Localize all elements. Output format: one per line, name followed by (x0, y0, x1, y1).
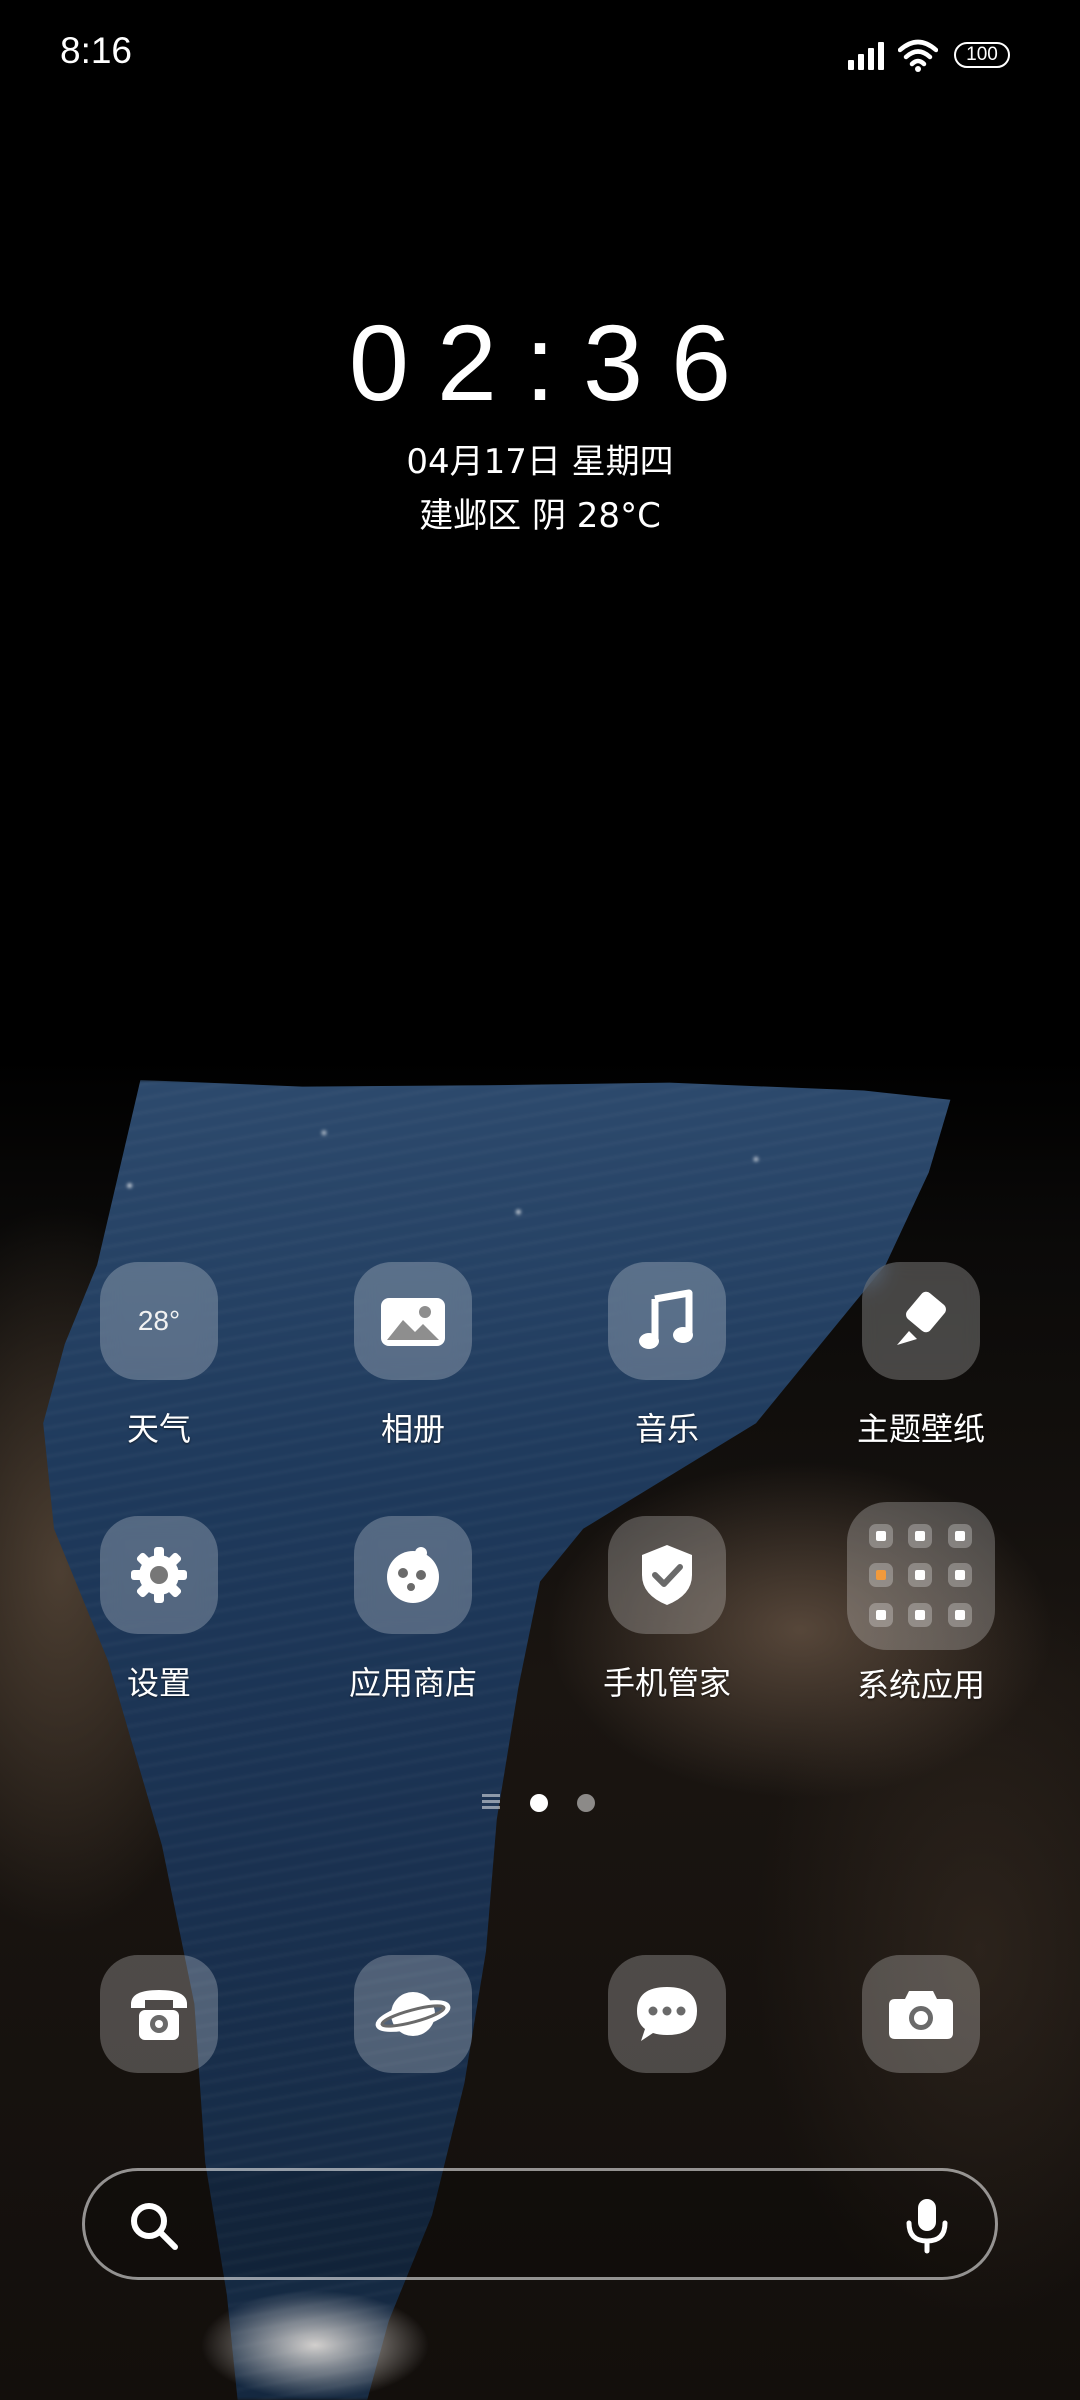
gallery-icon (354, 1262, 472, 1380)
status-time: 8:16 (60, 30, 133, 71)
app-label: 系统应用 (856, 1666, 985, 1704)
folder-system-apps[interactable]: 系统应用 (821, 1502, 1021, 1706)
app-weather[interactable]: 28° 天气 (59, 1262, 259, 1450)
page-dot-active[interactable] (530, 1794, 548, 1812)
dock-messages[interactable] (608, 1955, 726, 2073)
battery-icon: 100 (954, 42, 1010, 68)
app-phone-manager[interactable]: 手机管家 (567, 1516, 767, 1704)
shield-check-icon (608, 1516, 726, 1634)
app-store[interactable]: 应用商店 (313, 1516, 513, 1704)
app-themes[interactable]: 主题壁纸 (821, 1262, 1021, 1450)
dock-browser[interactable] (354, 1955, 472, 2073)
mini-app-icon (869, 1602, 893, 1627)
page-indicator[interactable] (0, 1794, 1080, 1818)
page-dot[interactable] (577, 1794, 595, 1812)
weather-icon: 28° (100, 1262, 218, 1380)
mini-app-icon (869, 1563, 893, 1588)
app-label: 设置 (126, 1664, 191, 1702)
signal-icon (848, 40, 886, 70)
app-label: 音乐 (634, 1410, 699, 1448)
mini-app-icon (947, 1602, 972, 1627)
camera-icon (889, 1991, 953, 2039)
search-input[interactable] (205, 2197, 875, 2255)
mini-app-icon (947, 1524, 972, 1548)
browser-planet-icon (375, 1992, 451, 2036)
mini-app-icon (908, 1563, 933, 1588)
search-bar[interactable] (82, 2168, 998, 2280)
weather-icon-temp: 28° (137, 1305, 181, 1336)
mini-app-icon (908, 1602, 933, 1627)
mini-app-icon (908, 1524, 933, 1548)
clock-time[interactable]: 02:36 (0, 300, 1080, 425)
clock-weather[interactable]: 建邺区 阴 28°C (0, 488, 1080, 537)
dock-phone[interactable] (100, 1955, 218, 2073)
gear-icon (100, 1516, 218, 1634)
app-store-icon (354, 1516, 472, 1634)
wifi-icon (898, 39, 938, 72)
phone-icon (131, 1990, 187, 2040)
app-label: 应用商店 (348, 1664, 477, 1702)
app-label: 手机管家 (602, 1664, 731, 1702)
app-gallery[interactable]: 相册 (313, 1262, 513, 1450)
theme-brush-icon (862, 1262, 980, 1380)
app-label: 主题壁纸 (856, 1410, 985, 1448)
clock-date[interactable]: 04月17日 星期四 (0, 434, 1080, 483)
app-music[interactable]: 音乐 (567, 1262, 767, 1450)
dock-camera[interactable] (862, 1955, 980, 2073)
message-icon (637, 1987, 697, 2041)
app-label: 天气 (126, 1410, 191, 1448)
wallpaper-glow (200, 2290, 430, 2400)
music-icon (608, 1262, 726, 1380)
search-icon[interactable] (125, 2197, 181, 2253)
mini-app-icon (947, 1563, 972, 1588)
battery-level: 100 (966, 44, 998, 65)
app-settings[interactable]: 设置 (59, 1516, 259, 1704)
status-bar: 8:16 100 (0, 0, 1080, 110)
folder-icon (847, 1502, 995, 1650)
microphone-icon[interactable] (899, 2195, 955, 2255)
app-label: 相册 (380, 1410, 445, 1448)
list-view-indicator[interactable] (482, 1794, 500, 1812)
mini-app-icon (869, 1524, 893, 1548)
